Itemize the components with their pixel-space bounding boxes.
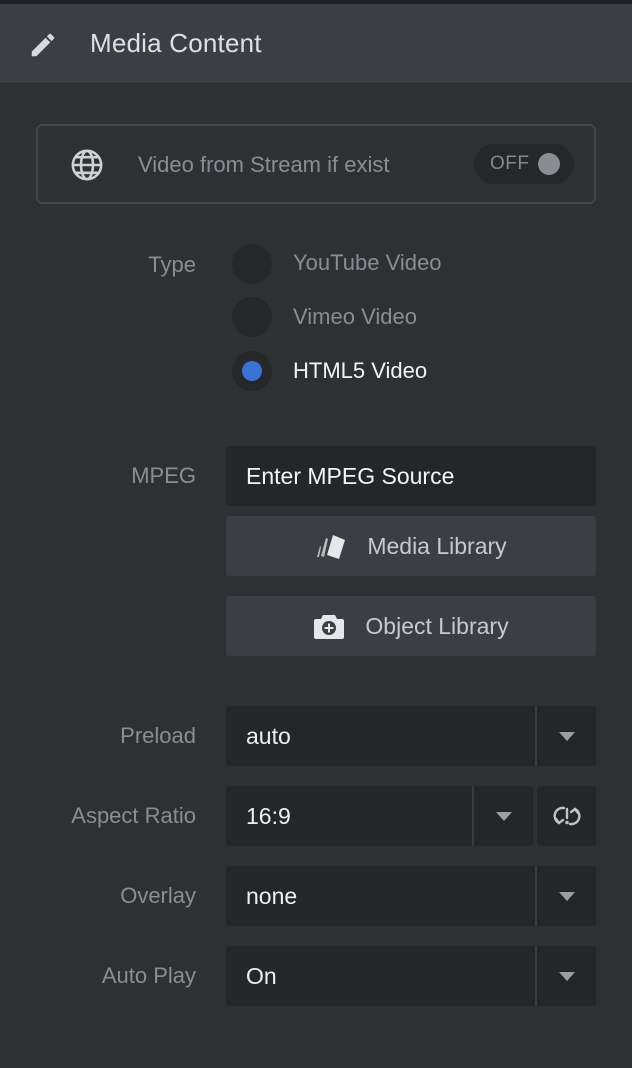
aspect-ratio-reset-button[interactable] [537, 786, 596, 846]
aspect-ratio-value: 16:9 [246, 803, 291, 829]
overlay-label: Overlay [120, 883, 196, 908]
chevron-down-icon[interactable] [535, 866, 596, 926]
media-library-button[interactable]: Media Library [226, 516, 596, 576]
chevron-down-icon[interactable] [535, 946, 596, 1006]
auto-play-label: Auto Play [101, 963, 196, 988]
radio-label-youtube[interactable]: YouTube Video [293, 250, 441, 276]
mpeg-source-input[interactable]: Enter MPEG Source [226, 446, 596, 506]
radio-html5[interactable] [232, 351, 272, 391]
preload-select[interactable]: auto [226, 706, 596, 766]
radio-label-html5[interactable]: HTML5 Video [293, 358, 427, 384]
stream-option: Video from Stream if exist OFF [36, 124, 596, 204]
mpeg-label: MPEG [131, 463, 196, 488]
radio-selected-dot [242, 361, 262, 381]
chevron-down-icon[interactable] [535, 706, 596, 766]
reset-ratio-icon [552, 806, 581, 826]
stream-label: Video from Stream if exist [138, 152, 390, 177]
preload-label: Preload [120, 723, 196, 748]
aspect-ratio-label: Aspect Ratio [71, 803, 196, 828]
toggle-text: OFF [490, 153, 530, 174]
type-label: Type [148, 252, 196, 277]
overlay-select[interactable]: none [226, 866, 596, 926]
object-library-label: Object Library [365, 612, 509, 639]
pencil-icon [31, 33, 55, 57]
auto-play-value: On [246, 963, 277, 989]
camera-plus-icon [314, 615, 345, 639]
auto-play-select[interactable]: On [226, 946, 596, 1006]
preload-value: auto [246, 723, 291, 749]
overlay-value: none [246, 883, 298, 909]
object-library-button[interactable]: Object Library [226, 596, 596, 656]
panel-title: Media Content [90, 28, 262, 58]
globe-icon [71, 149, 103, 181]
chevron-down-icon[interactable] [472, 786, 533, 846]
media-library-label: Media Library [367, 532, 507, 559]
radio-youtube[interactable] [232, 244, 272, 284]
radio-vimeo[interactable] [232, 297, 272, 337]
radio-label-vimeo[interactable]: Vimeo Video [293, 304, 417, 330]
panel-header[interactable]: Media Content [0, 4, 632, 84]
stream-toggle[interactable]: OFF [474, 144, 574, 184]
toggle-knob [538, 153, 560, 175]
aspect-ratio-select[interactable]: 16:9 [226, 786, 533, 846]
media-library-icon [317, 535, 346, 559]
